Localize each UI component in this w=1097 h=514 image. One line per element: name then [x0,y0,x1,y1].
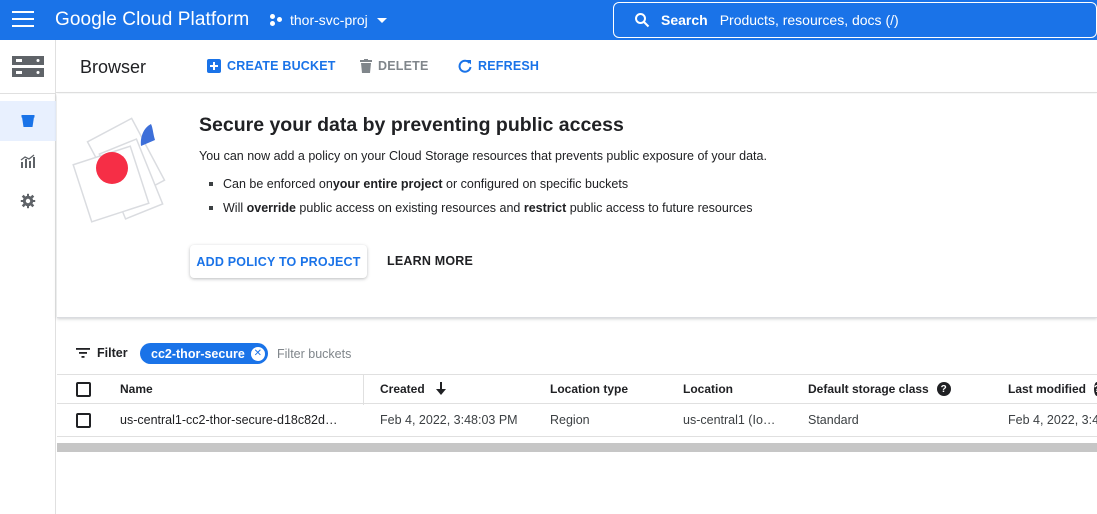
col-header-location-type[interactable]: Location type [550,375,628,403]
banner-bullet-1: Can be enforced on your entire project o… [209,177,628,191]
bullet-1-post: or configured on specific buckets [442,177,629,191]
refresh-icon [458,59,472,73]
storage-product-icon[interactable] [0,40,56,94]
col-header-last-modified[interactable]: Last modified ? [1008,375,1097,403]
cell-location: us-central1 (Io… [683,413,776,427]
banner-bullet-2: Will override public access on existing … [209,201,752,215]
filter-bar: Filter cc2-thor-secure ✕ [57,337,1097,371]
menu-icon[interactable] [12,11,34,29]
project-name: thor-svc-proj [290,12,368,28]
project-selector[interactable]: thor-svc-proj [270,12,387,28]
cell-location-type: Region [550,413,590,427]
learn-more-button[interactable]: LEARN MORE [387,254,473,268]
delete-button[interactable]: DELETE [360,59,429,73]
help-icon[interactable]: ? [936,382,951,396]
cell-storage-class: Standard [808,413,859,427]
bullet-2-pre: Will [223,201,247,215]
col-header-storage-class[interactable]: Default storage class ? [808,375,951,403]
search-label: Search [661,12,708,28]
page-title: Browser [80,57,147,77]
table-header-row: Name Created Location type Location Defa… [57,374,1097,405]
refresh-label: REFRESH [478,59,540,73]
left-nav-rail [0,40,56,514]
select-all-checkbox[interactable] [76,381,91,397]
refresh-button[interactable]: REFRESH [458,59,539,73]
col-header-created-label: Created [380,382,425,396]
project-icon [270,13,284,27]
chevron-down-icon [376,17,387,23]
bucket-nav-icon[interactable] [0,101,56,141]
sort-arrow-down-icon [435,382,446,395]
create-bucket-button[interactable]: CREATE BUCKET [207,59,336,73]
cell-last-modified: Feb 4, 2022, 3:4 [1008,413,1097,427]
top-app-bar: Google Cloud Platform thor-svc-proj Sear… [0,0,1097,40]
bullet-2-post: public access to future resources [566,201,753,215]
filter-buckets-input[interactable] [277,343,577,365]
search-box[interactable]: Search Products, resources, docs (/) [613,2,1097,38]
trash-icon [360,59,372,73]
col-header-last-modified-label: Last modified [1008,382,1087,396]
row-checkbox-cell [76,404,91,436]
horizontal-scrollbar[interactable] [57,443,1097,452]
add-policy-button[interactable]: ADD POLICY TO PROJECT [190,245,367,278]
monitoring-nav-icon[interactable] [0,141,56,181]
col-header-location[interactable]: Location [683,375,733,403]
table-row[interactable]: us-central1-cc2-thor-secure-d18c82d… Feb… [57,404,1097,437]
add-box-icon [207,59,221,73]
settings-gear-icon[interactable] [0,181,56,221]
search-hint: Products, resources, docs (/) [719,12,899,28]
bullet-2-bold-2: restrict [523,201,567,215]
select-all-checkbox-cell [76,375,91,403]
filter-chip-label: cc2-thor-secure [151,346,245,361]
create-bucket-label: CREATE BUCKET [227,59,336,73]
bullet-2-bold-1: override [246,201,296,215]
column-divider[interactable] [363,375,364,405]
bullet-1-pre: Can be enforced on [223,177,333,191]
row-checkbox[interactable] [76,412,91,428]
filter-button[interactable]: Filter [76,346,128,360]
chip-close-icon[interactable]: ✕ [250,346,265,361]
app-logo[interactable]: Google Cloud Platform [55,9,249,31]
bucket-name-link[interactable]: us-central1-cc2-thor-secure-d18c82d… [120,404,337,436]
col-header-storage-class-label: Default storage class [808,382,929,396]
security-illustration [72,117,166,223]
col-header-name[interactable]: Name [120,375,153,403]
search-icon [635,13,650,28]
bullet-2-mid: public access on existing resources and [295,201,524,215]
col-header-created[interactable]: Created [380,375,447,403]
banner-title: Secure your data by preventing public ac… [199,114,624,136]
delete-label: DELETE [378,59,429,73]
banner-description: You can now add a policy on your Cloud S… [199,149,767,163]
public-access-prevention-banner: Secure your data by preventing public ac… [57,94,1097,318]
filter-icon [76,348,90,358]
page-header: Browser CREATE BUCKET DELETE REFRESH [56,40,1097,93]
cell-created: Feb 4, 2022, 3:48:03 PM [380,413,518,427]
bullet-1-bold: your entire project [332,177,443,191]
filter-chip[interactable]: cc2-thor-secure ✕ [140,343,268,364]
filter-label: Filter [97,346,128,360]
